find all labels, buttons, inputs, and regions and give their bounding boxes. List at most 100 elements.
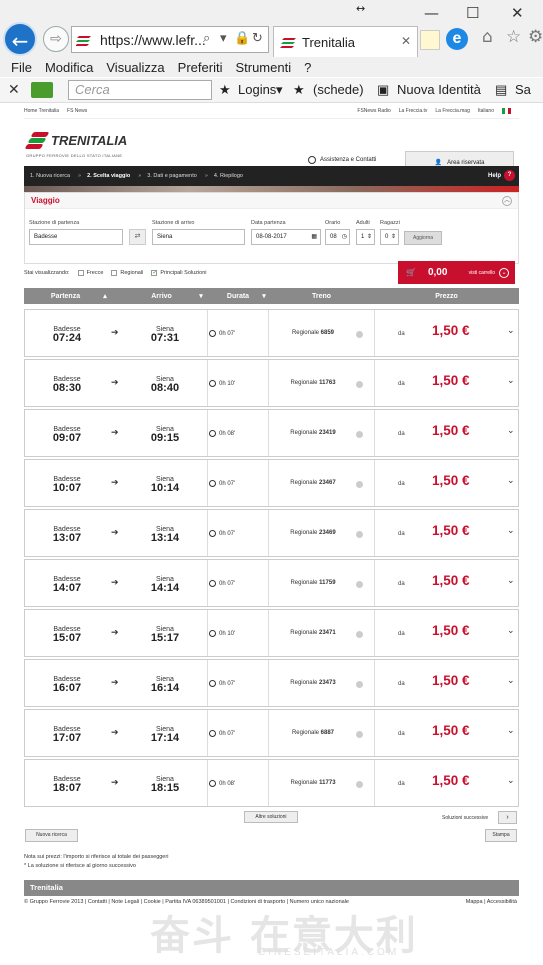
search-icon[interactable]: ⌕ xyxy=(203,31,210,46)
expand-chevron-icon[interactable]: ⌄ xyxy=(507,326,515,336)
train-info-icon[interactable] xyxy=(356,381,363,388)
tab-close-icon[interactable]: ✕ xyxy=(401,34,411,48)
expand-chevron-icon[interactable]: ⌄ xyxy=(507,526,515,536)
sort-up-icon[interactable]: ▴ xyxy=(100,292,110,300)
train-info-icon[interactable] xyxy=(356,731,363,738)
altre-soluzioni-button[interactable]: Altre soluzioni xyxy=(244,811,298,823)
kids-label: Ragazzi xyxy=(380,220,400,226)
refresh-icon[interactable]: ↻ xyxy=(252,31,263,46)
expand-chevron-icon[interactable]: ⌄ xyxy=(507,726,515,736)
stampa-button[interactable]: Stampa xyxy=(485,829,517,842)
expand-chevron-icon[interactable]: ⌄ xyxy=(507,476,515,486)
close-window-button[interactable]: ✕ xyxy=(511,4,524,22)
result-row[interactable]: Badesse 16:07 ➔ Siena 16:14 0h 07' Regionale 2… xyxy=(24,659,519,707)
sort-down-icon[interactable]: ▾ xyxy=(196,292,206,300)
result-row[interactable]: Badesse 09:07 ➔ Siena 09:15 0h 08' Regionale 2… xyxy=(24,409,519,457)
train-info-icon[interactable] xyxy=(356,631,363,638)
address-bar[interactable]: https://www.lefr... ⌕ ▾ 🔒 ↻ xyxy=(71,26,269,53)
new-tab-button[interactable] xyxy=(420,30,440,50)
expand-chevron-icon[interactable]: ⌄ xyxy=(507,626,515,636)
lock-icon[interactable]: 🔒 xyxy=(234,31,250,46)
expand-chevron-icon[interactable]: ⌄ xyxy=(507,426,515,436)
expand-chevron-icon[interactable]: ⌄ xyxy=(507,576,515,586)
next-icon[interactable]: › xyxy=(498,811,517,824)
menu-help[interactable]: ? xyxy=(304,60,311,75)
menu-visualizza[interactable]: Visualizza xyxy=(106,60,164,75)
save-menu[interactable]: Sa xyxy=(515,82,531,97)
result-row[interactable]: Badesse 18:07 ➔ Siena 18:15 0h 08' Regionale 1… xyxy=(24,759,519,807)
aggiorna-button[interactable]: Aggiorna xyxy=(404,231,442,245)
train-info-icon[interactable] xyxy=(356,581,363,588)
result-row[interactable]: Badesse 10:07 ➔ Siena 10:14 0h 07' Regionale 2… xyxy=(24,459,519,507)
expand-chevron-icon[interactable]: ⌄ xyxy=(507,776,515,786)
train-info-icon[interactable] xyxy=(356,431,363,438)
train-info-icon[interactable] xyxy=(356,481,363,488)
clock-icon: ◷ xyxy=(341,234,347,240)
link-lafreccia-tv[interactable]: La Freccia.tv xyxy=(399,108,428,114)
collapse-icon[interactable]: ︿ xyxy=(502,195,512,206)
frecce-checkbox[interactable] xyxy=(77,270,84,276)
maximize-button[interactable]: ☐ xyxy=(466,4,479,22)
train-info-icon[interactable] xyxy=(356,531,363,538)
col-arrivo[interactable]: Arrivo xyxy=(124,293,199,300)
close-toolbar-icon[interactable]: ✕ xyxy=(8,82,20,98)
nuova-ricerca-button[interactable]: Nuova ricerca xyxy=(25,829,78,842)
from-input[interactable]: Badesse xyxy=(29,229,123,245)
link-fs-news[interactable]: FS News xyxy=(67,108,87,114)
back-button[interactable]: ← xyxy=(3,22,37,56)
regionali-checkbox[interactable] xyxy=(111,270,118,276)
time-input[interactable]: 08 ◷ xyxy=(325,229,350,245)
link-lafreccia-mag[interactable]: La Freccia.mag xyxy=(435,108,469,114)
favorites-star-icon[interactable]: ☆ xyxy=(506,27,521,47)
logins-menu[interactable]: Logins xyxy=(238,82,276,97)
arrow-right-icon: ➔ xyxy=(111,727,119,737)
help-link[interactable]: Help? xyxy=(488,170,515,181)
result-row[interactable]: Badesse 07:24 ➔ Siena 07:31 0h 07' Regionale 6… xyxy=(24,309,519,357)
home-icon[interactable]: ⌂ xyxy=(482,27,493,47)
expand-chevron-icon[interactable]: ⌄ xyxy=(507,676,515,686)
menu-file[interactable]: File xyxy=(11,60,32,75)
menu-strumenti[interactable]: Strumenti xyxy=(235,60,291,75)
footer-right-links[interactable]: Mappa | Accessibilità xyxy=(466,899,517,905)
train-info-icon[interactable] xyxy=(356,331,363,338)
from-label: Stazione di partenza xyxy=(29,220,80,226)
menu-modifica[interactable]: Modifica xyxy=(45,60,93,75)
adults-select[interactable]: 1 ⇕ xyxy=(356,229,375,245)
tab-trenitalia[interactable]: Trenitalia ✕ xyxy=(273,26,418,57)
sort-down-icon[interactable]: ▾ xyxy=(259,292,269,300)
result-row[interactable]: Badesse 15:07 ➔ Siena 15:17 0h 10' Regionale 2… xyxy=(24,609,519,657)
train-number: 23419 xyxy=(319,430,336,436)
swap-stations-icon[interactable]: ⇄ xyxy=(129,229,146,245)
expand-chevron-icon[interactable]: ⌄ xyxy=(507,376,515,386)
kids-select[interactable]: 0 ⇕ xyxy=(380,229,399,245)
settings-gear-icon[interactable]: ⚙ xyxy=(528,27,543,47)
col-partenza[interactable]: Partenza xyxy=(24,293,107,300)
to-input[interactable]: Siena xyxy=(152,229,245,245)
menu-preferiti[interactable]: Preferiti xyxy=(178,60,223,75)
assistenza-link[interactable]: Assistenza e Contatti xyxy=(308,156,376,164)
step-4: 4. Riepilogo xyxy=(213,173,243,179)
clock-icon xyxy=(209,630,216,637)
language-select[interactable]: Italiano xyxy=(478,108,494,114)
toolbar-search-input[interactable]: Cerca xyxy=(68,80,212,100)
cart-button[interactable]: 🛒 0,00 visti carrello ⌄ xyxy=(398,261,515,284)
forward-button[interactable]: ⇨ xyxy=(43,26,69,52)
minimize-button[interactable]: — xyxy=(424,4,439,22)
date-input[interactable]: 08-08-2017 ▦ xyxy=(251,229,321,245)
logins-dropdown-icon[interactable]: ▾ xyxy=(276,82,283,98)
result-row[interactable]: Badesse 08:30 ➔ Siena 08:40 0h 10' Regionale 1… xyxy=(24,359,519,407)
trenitalia-logo[interactable]: TRENITALIA xyxy=(24,129,127,151)
robot-icon[interactable] xyxy=(31,82,53,98)
link-home-trenitalia[interactable]: Home Trenitalia xyxy=(24,108,59,114)
result-row[interactable]: Badesse 13:07 ➔ Siena 13:14 0h 07' Regionale 2… xyxy=(24,509,519,557)
chevron-down-icon[interactable]: ▾ xyxy=(220,31,227,46)
result-row[interactable]: Badesse 14:07 ➔ Siena 14:14 0h 07' Regionale 1… xyxy=(24,559,519,607)
result-row[interactable]: Badesse 17:07 ➔ Siena 17:14 0h 07' Regionale 6… xyxy=(24,709,519,757)
nuova-identita-button[interactable]: Nuova Identità xyxy=(397,82,481,97)
schede-menu[interactable]: (schede) xyxy=(313,82,364,97)
train-info-icon[interactable] xyxy=(356,681,363,688)
train-info-icon[interactable] xyxy=(356,781,363,788)
link-fsnews-radio[interactable]: FSNews Radio xyxy=(357,108,390,114)
principali-checkbox[interactable]: ✓ xyxy=(151,270,157,276)
step-1[interactable]: 1. Nuova ricerca xyxy=(30,173,70,179)
